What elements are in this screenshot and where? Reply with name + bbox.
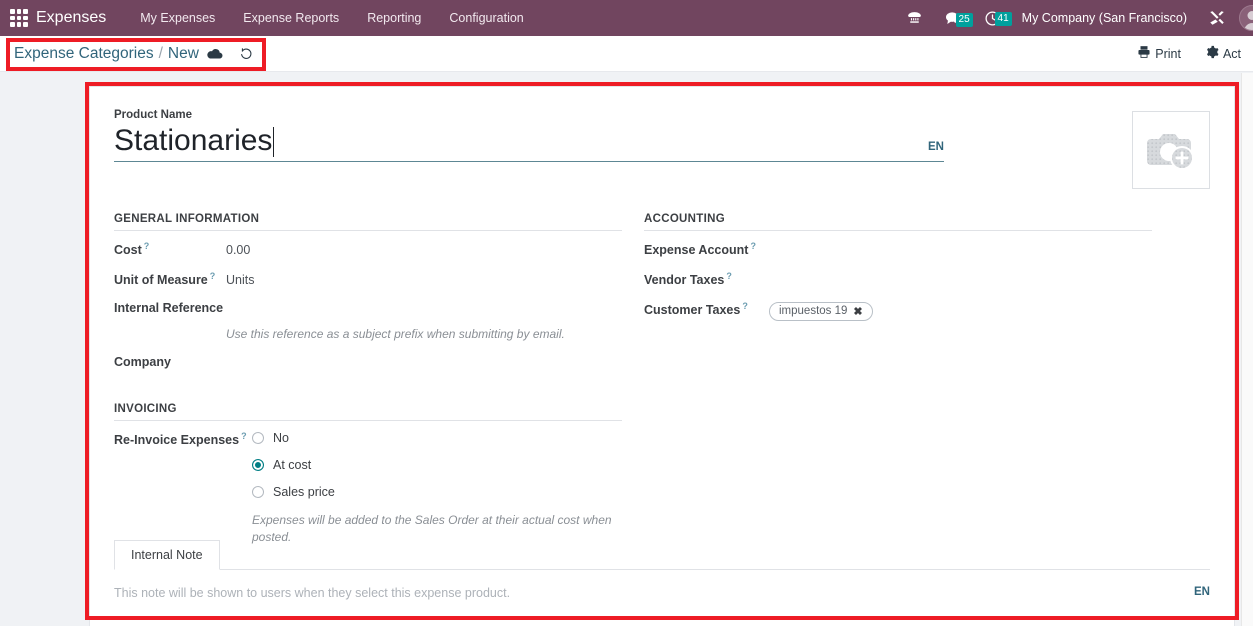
reinvoice-radio-group: No At cost Sales price Expenses will be …: [252, 431, 612, 546]
radio-sales-price-indicator[interactable]: [252, 486, 264, 498]
nav-item-expense-reports[interactable]: Expense Reports: [229, 0, 353, 36]
field-row-unit-of-measure: Unit of Measure? Units: [114, 271, 622, 289]
nav-menu: My Expenses Expense Reports Reporting Co…: [126, 0, 537, 36]
company-label: Company: [114, 355, 171, 369]
product-name-input[interactable]: Stationaries: [114, 123, 272, 159]
general-information-title: GENERAL INFORMATION: [114, 213, 622, 231]
printer-icon: [1137, 45, 1151, 62]
text-caret: [273, 127, 275, 157]
breadcrumb-current: New: [167, 44, 199, 62]
field-row-company: Company: [114, 355, 622, 373]
reinvoice-help-icon[interactable]: ?: [241, 431, 247, 441]
tab-internal-note[interactable]: Internal Note: [114, 540, 220, 570]
nav-item-my-expenses[interactable]: My Expenses: [126, 0, 229, 36]
messages-badge-count: 25: [955, 12, 973, 27]
general-information-group: GENERAL INFORMATION Cost? 0.00 Unit of M…: [114, 213, 622, 558]
accounting-title: ACCOUNTING: [644, 213, 1152, 231]
app-brand-expenses[interactable]: Expenses: [36, 9, 106, 27]
field-row-vendor-taxes: Vendor Taxes?: [644, 271, 1152, 289]
internal-reference-hint-row: Use this reference as a subject prefix w…: [226, 325, 622, 343]
product-image-placeholder[interactable]: [1132, 111, 1210, 189]
cost-value[interactable]: 0.00: [226, 243, 250, 257]
field-row-cost: Cost? 0.00: [114, 241, 622, 259]
invoicing-title: INVOICING: [114, 403, 622, 421]
internal-note-lang-en[interactable]: EN: [1194, 586, 1210, 598]
expense-account-label: Expense Account?: [644, 241, 756, 258]
field-row-reinvoice-expenses: Re-Invoice Expenses? No At cost Sales pr…: [114, 431, 622, 546]
internal-note-placeholder[interactable]: This note will be shown to users when th…: [114, 586, 510, 600]
field-row-internal-reference: Internal Reference: [114, 301, 622, 319]
messages-icon[interactable]: 25: [934, 11, 973, 27]
unit-of-measure-help-icon[interactable]: ?: [210, 271, 216, 281]
field-row-expense-account: Expense Account?: [644, 241, 1152, 259]
breadcrumb: Expense Categories / New: [0, 45, 262, 63]
product-name-label: Product Name: [114, 109, 192, 121]
company-switcher[interactable]: My Company (San Francisco): [1012, 11, 1197, 25]
customer-taxes-value: impuestos 19 ✖: [769, 301, 873, 321]
breadcrumb-separator: /: [158, 44, 163, 62]
customer-taxes-label: Customer Taxes?: [644, 301, 748, 318]
radio-no-indicator[interactable]: [252, 432, 264, 444]
activity-badge-count: 41: [994, 11, 1012, 26]
page-scrollbar[interactable]: [1241, 73, 1253, 626]
breadcrumb-root[interactable]: Expense Categories: [14, 45, 154, 63]
print-label: Print: [1155, 46, 1181, 61]
internal-reference-label: Internal Reference: [114, 301, 224, 315]
notebook: Internal Note This note will be shown to…: [114, 539, 1210, 600]
radio-option-no[interactable]: No: [252, 431, 612, 445]
radio-option-sales-price[interactable]: Sales price: [252, 485, 612, 499]
discard-undo-icon[interactable]: [231, 47, 262, 61]
action-label: Act: [1222, 46, 1241, 61]
customer-tax-tag-label: impuestos 19: [779, 305, 848, 318]
unit-of-measure-label: Unit of Measure?: [114, 271, 216, 288]
nav-item-reporting[interactable]: Reporting: [353, 0, 435, 36]
apps-grid-icon[interactable]: [8, 7, 30, 29]
form-sheet: Product Name Stationaries EN GENERAL INF…: [89, 86, 1235, 626]
product-name-field[interactable]: Stationaries EN: [114, 123, 944, 162]
vendor-taxes-label: Vendor Taxes?: [644, 271, 732, 288]
print-button[interactable]: Print: [1125, 45, 1193, 62]
action-button[interactable]: Act: [1193, 45, 1253, 62]
gear-icon: [1205, 45, 1219, 62]
accounting-group: ACCOUNTING Expense Account? Vendor Taxes…: [644, 213, 1152, 558]
vendor-taxes-help-icon[interactable]: ?: [726, 271, 732, 281]
field-row-customer-taxes: Customer Taxes? impuestos 19 ✖: [644, 301, 1152, 321]
notebook-panel-internal-note: This note will be shown to users when th…: [114, 570, 1210, 600]
reinvoice-expenses-label: Re-Invoice Expenses?: [114, 431, 247, 448]
customer-tax-tag[interactable]: impuestos 19 ✖: [769, 301, 873, 321]
cloud-save-icon[interactable]: [199, 47, 231, 60]
customer-taxes-help-icon[interactable]: ?: [742, 301, 748, 311]
customer-tax-tag-remove-icon[interactable]: ✖: [853, 305, 862, 318]
radio-option-at-cost[interactable]: At cost: [252, 458, 612, 472]
app-root: Expenses My Expenses Expense Reports Rep…: [0, 0, 1253, 626]
product-name-lang-en[interactable]: EN: [928, 141, 944, 159]
radio-at-cost-indicator[interactable]: [252, 459, 264, 471]
radio-sales-price-label: Sales price: [273, 485, 335, 499]
form-columns: GENERAL INFORMATION Cost? 0.00 Unit of M…: [114, 213, 1210, 558]
nav-item-configuration[interactable]: Configuration: [435, 0, 537, 36]
notebook-tab-list: Internal Note: [114, 539, 1210, 570]
cost-label: Cost?: [114, 241, 150, 258]
top-navbar: Expenses My Expenses Expense Reports Rep…: [0, 0, 1253, 36]
camera-add-icon: [1147, 134, 1194, 170]
form-title-row: Product Name Stationaries EN: [114, 109, 1210, 189]
unit-of-measure-value[interactable]: Units: [226, 273, 254, 287]
nav-right-group: 25 41 My Company (San Francisco): [895, 5, 1253, 31]
internal-reference-hint: Use this reference as a subject prefix w…: [226, 327, 565, 341]
control-panel-actions: Print Act: [1125, 45, 1253, 62]
tools-icon[interactable]: [1197, 9, 1237, 27]
expense-account-help-icon[interactable]: ?: [750, 241, 756, 251]
activities-phone-icon[interactable]: [895, 10, 934, 27]
control-panel: Expense Categories / New Print Act: [0, 36, 1253, 72]
radio-at-cost-label: At cost: [273, 458, 312, 472]
user-avatar[interactable]: [1239, 5, 1253, 31]
radio-no-label: No: [273, 431, 289, 445]
product-name-group: Product Name Stationaries EN: [114, 109, 974, 162]
activity-clock-icon[interactable]: 41: [973, 10, 1012, 27]
cost-help-icon[interactable]: ?: [144, 241, 150, 251]
